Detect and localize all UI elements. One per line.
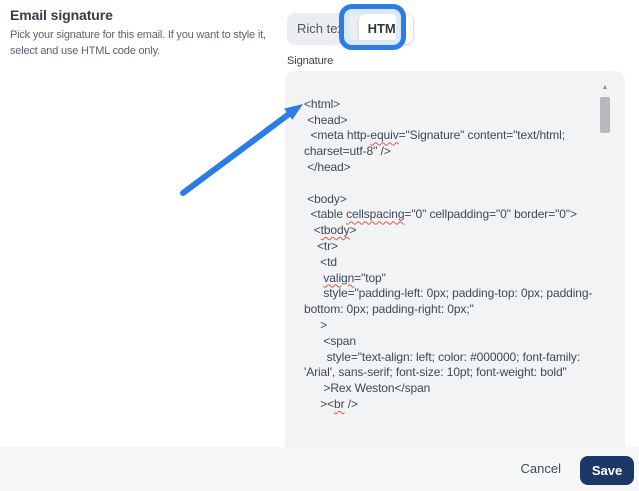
cancel-button[interactable]: Cancel — [521, 447, 561, 491]
scrollbar-up-arrow-icon[interactable]: ▲ — [600, 82, 610, 94]
toggle-html[interactable]: HTML — [359, 14, 413, 44]
page-description: Pick your signature for this email. If y… — [10, 27, 288, 59]
footer-bar: Cancel Save — [0, 447, 639, 491]
scrollbar-thumb[interactable] — [600, 97, 610, 133]
page-title: Email signature — [10, 7, 113, 23]
signature-code[interactable]: <html> <head> <meta http-equiv="Signatur… — [304, 81, 595, 413]
email-signature-settings-panel: Email signature Pick your signature for … — [0, 0, 639, 491]
save-button[interactable]: Save — [580, 456, 634, 485]
signature-code-editor[interactable]: <html> <head> <meta http-equiv="Signatur… — [285, 71, 625, 447]
toggle-rich-text[interactable]: Rich text — [287, 13, 358, 45]
signature-mode-toggle: Rich text HTML — [287, 13, 414, 45]
signature-field-label: Signature — [287, 55, 333, 67]
